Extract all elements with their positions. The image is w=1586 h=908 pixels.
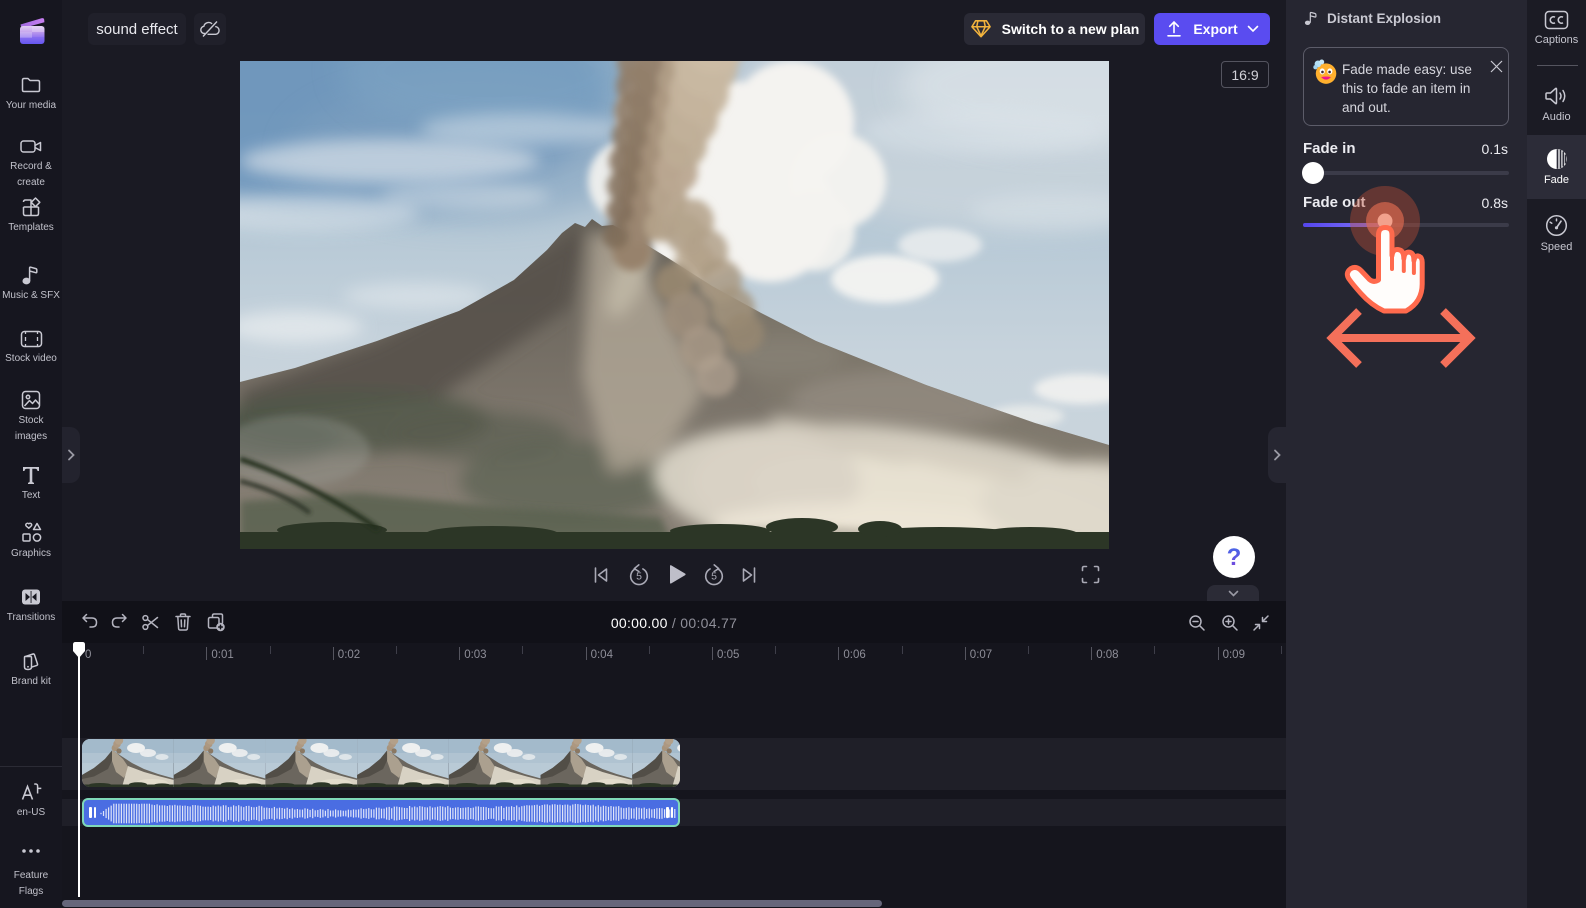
svg-text:?: ? — [1227, 544, 1242, 571]
svg-text:5: 5 — [711, 571, 717, 583]
svg-text:5: 5 — [636, 571, 642, 583]
